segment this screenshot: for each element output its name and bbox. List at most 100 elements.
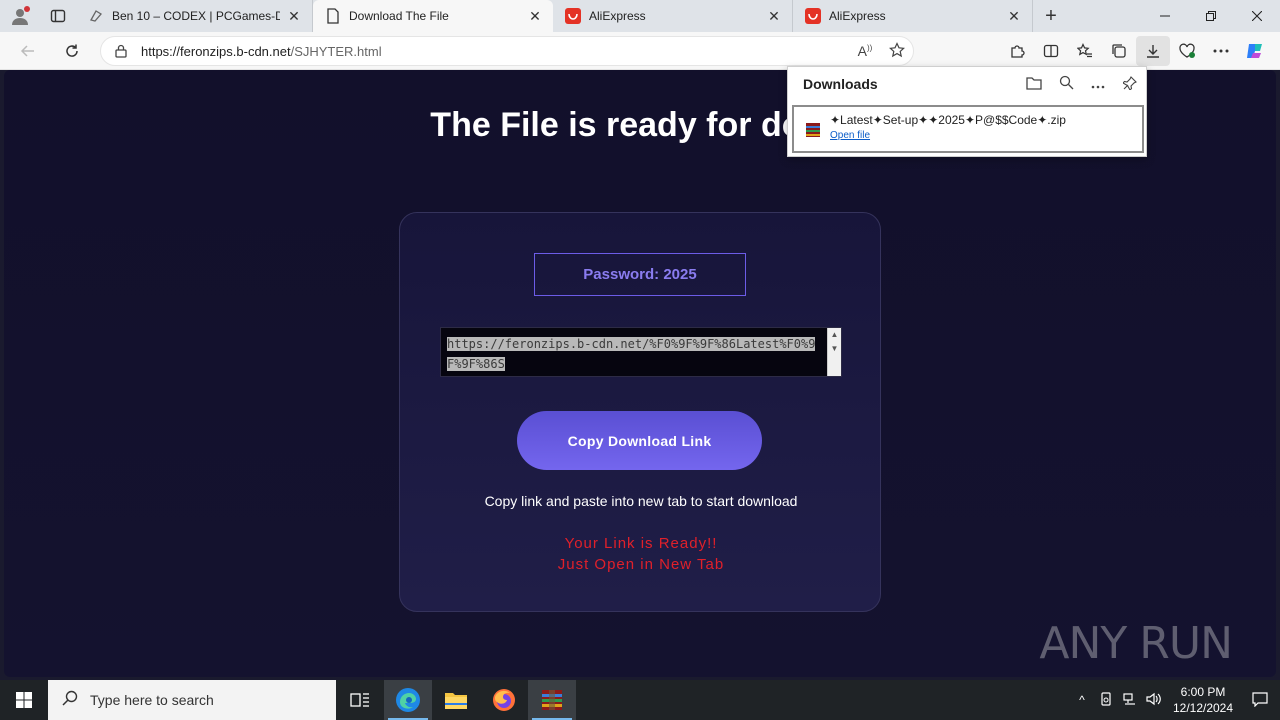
task-view-button[interactable] xyxy=(336,680,384,720)
extensions-button[interactable] xyxy=(1000,36,1034,66)
more-icon xyxy=(1213,49,1229,53)
volume-icon[interactable] xyxy=(1142,692,1166,709)
scroll-down-icon[interactable]: ▼ xyxy=(828,342,841,356)
download-card: Password: 2025 https://feronzips.b-cdn.n… xyxy=(399,212,881,612)
close-icon[interactable]: ✕ xyxy=(286,8,302,25)
download-file-name: ✦Latest✦Set-up✦✦2025✦P@$$Code✦.zip xyxy=(830,113,1066,127)
downloads-button[interactable] xyxy=(1136,36,1170,66)
address-bar[interactable]: https://feronzips.b-cdn.net/SJHYTER.html… xyxy=(100,36,914,66)
favorites-button[interactable] xyxy=(1068,36,1102,66)
winrar-archive-icon xyxy=(804,121,822,139)
instruction-text: Copy link and paste into new tab to star… xyxy=(484,493,798,509)
close-icon xyxy=(1252,11,1262,21)
tab-ben10[interactable]: Ben 10 – CODEX | PCGames-Dow ✕ xyxy=(76,0,313,32)
site-icon xyxy=(88,8,104,24)
puzzle-icon xyxy=(1011,45,1025,58)
minimize-button[interactable] xyxy=(1142,0,1188,32)
anyrun-watermark: ANY RUN xyxy=(1039,618,1233,669)
scroll-up-icon[interactable]: ▲ xyxy=(828,328,841,342)
more-options-icon[interactable] xyxy=(1082,76,1114,92)
copilot-button[interactable] xyxy=(1238,36,1272,66)
device-icon[interactable] xyxy=(1094,691,1118,709)
restore-button[interactable] xyxy=(1188,0,1234,32)
search-icon[interactable] xyxy=(1050,75,1082,93)
profile-button[interactable] xyxy=(0,0,40,32)
browser-essentials-button[interactable] xyxy=(1170,36,1204,66)
split-screen-button[interactable] xyxy=(1034,36,1068,66)
collections-button[interactable] xyxy=(1102,36,1136,66)
lock-icon[interactable] xyxy=(101,44,141,58)
heartbeat-icon xyxy=(1179,43,1195,58)
taskbar-firefox[interactable] xyxy=(480,680,528,720)
favorite-star-icon[interactable] xyxy=(881,41,913,61)
profile-icon xyxy=(12,6,30,25)
edge-icon xyxy=(396,688,420,712)
taskbar-edge[interactable] xyxy=(384,680,432,720)
tab-title: AliExpress xyxy=(589,9,646,23)
pin-icon[interactable] xyxy=(1114,75,1146,93)
aliexpress-icon xyxy=(805,8,821,24)
url-host: https://feronzips.b-cdn.net xyxy=(141,43,291,59)
taskbar-search[interactable]: Type here to search xyxy=(48,680,336,720)
tab-actions-button[interactable] xyxy=(40,0,76,32)
copilot-icon xyxy=(1247,44,1262,58)
search-placeholder: Type here to search xyxy=(90,692,214,708)
download-icon xyxy=(1147,45,1159,58)
tab-title: AliExpress xyxy=(829,9,886,23)
password-box: Password: 2025 xyxy=(534,253,746,296)
windows-icon xyxy=(16,692,32,708)
close-icon[interactable]: ✕ xyxy=(527,8,543,25)
download-item[interactable]: ✦Latest✦Set-up✦✦2025✦P@$$Code✦.zip Open … xyxy=(792,105,1144,153)
copy-download-link-button[interactable]: Copy Download Link xyxy=(517,411,762,470)
folder-icon[interactable] xyxy=(1018,76,1050,93)
favorites-icon xyxy=(1077,43,1092,58)
read-aloud-icon[interactable]: A)) xyxy=(849,43,881,59)
tab-bar: Ben 10 – CODEX | PCGames-Dow ✕ Download … xyxy=(0,0,1280,32)
system-tray: ^ 6:00 PM 12/12/2024 xyxy=(1070,680,1280,720)
collections-icon xyxy=(1112,44,1126,58)
tab-aliexpress-1[interactable]: AliExpress ✕ xyxy=(553,0,793,32)
back-button[interactable] xyxy=(10,36,46,66)
start-button[interactable] xyxy=(0,680,48,720)
ready-line-1: Your Link is Ready!! xyxy=(564,535,718,552)
browser-toolbar: https://feronzips.b-cdn.net/SJHYTER.html… xyxy=(0,32,1280,70)
tab-title: Ben 10 – CODEX | PCGames-Dow xyxy=(112,9,280,23)
page-icon xyxy=(325,8,341,24)
task-view-icon xyxy=(350,693,369,707)
url-text[interactable]: https://feronzips.b-cdn.net/SJHYTER.html xyxy=(141,44,849,59)
network-icon[interactable] xyxy=(1118,692,1142,708)
textarea-scrollbar[interactable]: ▲ ▼ xyxy=(827,328,841,376)
link-textarea[interactable]: https://feronzips.b-cdn.net/%F0%9F%9F%86… xyxy=(440,327,842,377)
close-window-button[interactable] xyxy=(1234,0,1280,32)
close-icon[interactable]: ✕ xyxy=(766,8,782,25)
ready-message: Your Link is Ready!! Just Open in New Ta… xyxy=(400,533,882,575)
link-text: https://feronzips.b-cdn.net/%F0%9F%9F%86… xyxy=(447,337,816,371)
open-file-link[interactable]: Open file xyxy=(830,130,1066,141)
search-icon xyxy=(62,690,78,710)
screen: Ben 10 – CODEX | PCGames-Dow ✕ Download … xyxy=(0,0,1280,720)
taskbar-file-explorer[interactable] xyxy=(432,680,480,720)
new-tab-button[interactable]: + xyxy=(1033,0,1069,32)
close-icon[interactable]: ✕ xyxy=(1006,8,1022,25)
downloads-flyout: Downloads ✦Latest✦Set-up✦✦2025✦P@$$Code✦… xyxy=(787,66,1147,157)
tab-actions-icon xyxy=(50,9,66,23)
restore-icon xyxy=(1206,11,1216,21)
clock-time: 6:00 PM xyxy=(1180,685,1226,699)
tab-aliexpress-2[interactable]: AliExpress ✕ xyxy=(793,0,1033,32)
window-controls xyxy=(1142,0,1280,32)
toolbar-actions xyxy=(1000,36,1272,66)
tab-download-the-file[interactable]: Download The File ✕ xyxy=(313,0,553,32)
refresh-button[interactable] xyxy=(54,36,90,66)
back-arrow-icon xyxy=(20,44,34,57)
chevron-up-icon[interactable]: ^ xyxy=(1070,693,1094,707)
taskbar-winrar[interactable] xyxy=(528,680,576,720)
aliexpress-icon xyxy=(565,8,581,24)
url-path: /SJHYTER.html xyxy=(290,43,382,59)
winrar-icon xyxy=(542,690,562,710)
settings-more-button[interactable] xyxy=(1204,36,1238,66)
folder-icon xyxy=(445,693,467,709)
notification-icon[interactable] xyxy=(1240,691,1280,710)
anyrun-logo: ANY RUN xyxy=(1039,618,1233,669)
clock-date: 12/12/2024 xyxy=(1172,701,1234,715)
clock[interactable]: 6:00 PM 12/12/2024 xyxy=(1166,684,1240,716)
